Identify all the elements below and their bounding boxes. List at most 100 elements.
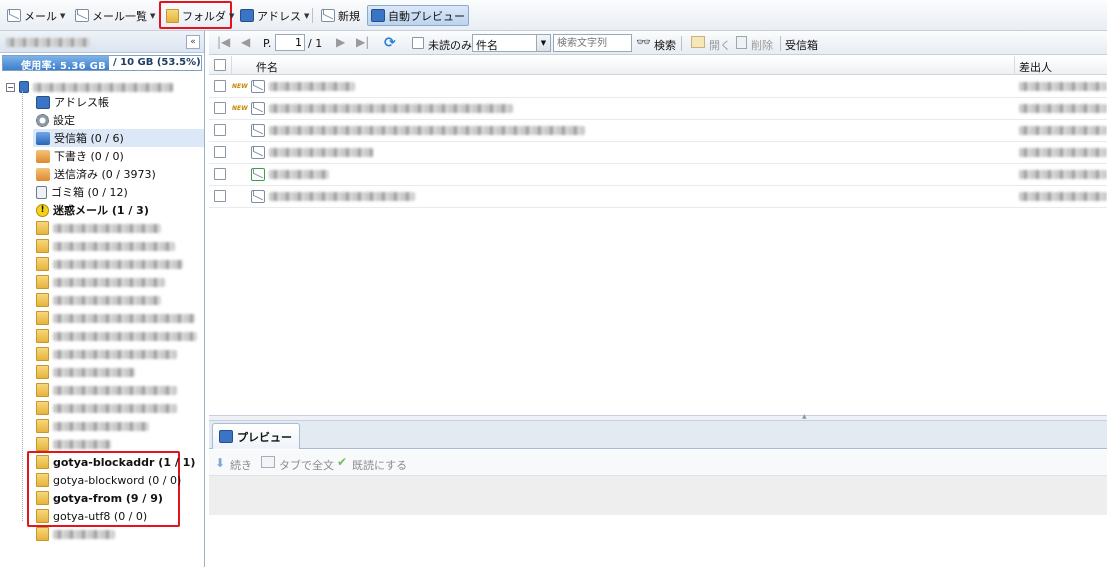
folder-name-redacted: [53, 223, 161, 233]
tree-item-drafts[interactable]: 下書き (0 / 0): [36, 147, 124, 165]
auto-preview-toggle[interactable]: 自動プレビュー: [367, 5, 469, 26]
last-page-icon[interactable]: ▶|: [356, 35, 369, 49]
tree-item-inbox[interactable]: 受信箱 (0 / 6): [33, 129, 204, 147]
quota-bar: 使用率: 5.36 GB / 10 GB (53.5%): [2, 55, 202, 72]
mail-grid-header: 件名 差出人: [209, 56, 1107, 75]
row-checkbox[interactable]: [214, 124, 226, 136]
folder-name-redacted: [53, 295, 161, 305]
drafts-icon: [36, 149, 50, 163]
tree-item-folder[interactable]: [36, 219, 161, 237]
tree-item-folder[interactable]: [36, 525, 115, 543]
splitter-grip-icon[interactable]: ▲: [802, 413, 807, 420]
address-book-icon: [36, 95, 50, 109]
folder-icon: [36, 491, 49, 505]
tree-item-spam[interactable]: ! 迷惑メール (1 / 3): [36, 201, 149, 219]
search-button[interactable]: 検索: [654, 37, 676, 53]
tree-item-folder[interactable]: [36, 309, 195, 327]
prev-page-icon[interactable]: ◀: [241, 35, 250, 49]
open-button[interactable]: 開く: [709, 37, 731, 53]
tree-item-gotya-blockaddr[interactable]: gotya-blockaddr (1 / 1): [36, 453, 195, 471]
folder-panel-header: «: [0, 31, 204, 53]
delete-icon: [736, 36, 747, 49]
tree-item-folder[interactable]: [36, 417, 149, 435]
folder-icon: [36, 311, 49, 325]
refresh-icon[interactable]: ⟳: [384, 35, 396, 51]
unread-only-checkbox[interactable]: [412, 37, 424, 49]
mark-read-button[interactable]: 既読にする: [352, 457, 407, 473]
tree-item-gotya-from[interactable]: gotya-from (9 / 9): [36, 489, 163, 507]
column-header-from[interactable]: 差出人: [1019, 59, 1052, 75]
folder-icon: [36, 383, 49, 397]
tree-item-address-book[interactable]: アドレス帳: [36, 93, 109, 111]
delete-button[interactable]: 削除: [751, 37, 773, 53]
chevron-down-icon[interactable]: ▼: [536, 35, 550, 51]
toolbar-divider: [681, 36, 682, 51]
tree-item-folder[interactable]: [36, 273, 165, 291]
tree-item-settings[interactable]: 設定: [36, 111, 75, 129]
open-in-tab-button[interactable]: タブで全文: [279, 457, 334, 473]
tree-item-folder[interactable]: [36, 381, 177, 399]
folder-name-redacted: [53, 241, 175, 251]
folder-name-redacted: [53, 277, 165, 287]
page-total: / 1: [308, 37, 323, 50]
tree-item-gotya-utf8[interactable]: gotya-utf8 (0 / 0): [36, 507, 147, 525]
next-page-icon[interactable]: ▶: [336, 35, 345, 49]
mail-menu-button[interactable]: メール ▼: [4, 5, 68, 26]
tree-item-folder[interactable]: [36, 345, 177, 363]
new-badge: NEW: [232, 83, 248, 90]
tree-item-folder[interactable]: [36, 255, 183, 273]
folder-name-redacted: [53, 421, 149, 431]
column-divider: [231, 56, 232, 75]
tree-item-sent[interactable]: 送信済み (0 / 3973): [36, 165, 156, 183]
page-number-input[interactable]: [275, 34, 305, 51]
folder-icon: [166, 8, 179, 23]
tab-preview[interactable]: プレビュー: [212, 423, 300, 449]
collapse-panel-button[interactable]: «: [186, 35, 200, 49]
first-page-icon[interactable]: |◀: [217, 35, 230, 49]
subject-redacted: [269, 170, 329, 179]
table-row[interactable]: NEW: [209, 98, 1107, 120]
folder-name-redacted: [53, 349, 177, 359]
folder-icon: [36, 527, 49, 541]
tree-item-gotya-blockword[interactable]: gotya-blockword (0 / 0): [36, 471, 181, 489]
row-checkbox[interactable]: [214, 190, 226, 202]
quota-total: / 10 GB (53.5%): [113, 57, 201, 68]
tree-item-folder[interactable]: [36, 291, 161, 309]
new-mail-button[interactable]: 新規: [318, 5, 363, 26]
row-checkbox[interactable]: [214, 146, 226, 158]
folder-menu-button[interactable]: フォルダ ▼: [163, 5, 237, 26]
column-header-subject[interactable]: 件名: [256, 59, 278, 75]
search-field-select[interactable]: 件名 ▼: [472, 34, 551, 52]
folder-icon: [36, 293, 49, 307]
mail-list-menu-button[interactable]: メール一覧 ▼: [72, 5, 158, 26]
tree-item-folder[interactable]: [36, 399, 177, 417]
continue-button[interactable]: 続き: [230, 457, 252, 473]
download-icon: ⬇: [215, 456, 226, 470]
table-row[interactable]: [209, 120, 1107, 142]
mail-icon: [251, 124, 265, 137]
tree-item-trash[interactable]: ゴミ箱 (0 / 12): [36, 183, 128, 201]
tree-item-folder[interactable]: [36, 327, 197, 345]
row-checkbox[interactable]: [214, 102, 226, 114]
table-row[interactable]: [209, 142, 1107, 164]
tree-item-folder[interactable]: [36, 237, 175, 255]
address-menu-button[interactable]: アドレス ▼: [237, 5, 312, 26]
folder-icon: [36, 455, 49, 469]
row-checkbox[interactable]: [214, 168, 226, 180]
tree-item-folder[interactable]: [36, 363, 135, 381]
from-redacted: [1019, 170, 1107, 179]
collapse-toggle-icon[interactable]: −: [6, 82, 15, 92]
table-row[interactable]: [209, 186, 1107, 208]
gear-icon: [36, 113, 49, 127]
subject-redacted: [269, 82, 355, 91]
select-all-checkbox[interactable]: [214, 59, 226, 71]
row-checkbox[interactable]: [214, 80, 226, 92]
folder-icon: [36, 257, 49, 271]
search-input[interactable]: [553, 34, 632, 52]
folder-name-redacted: [53, 403, 177, 413]
folder-icon: [36, 221, 49, 235]
table-row[interactable]: NEW: [209, 76, 1107, 98]
address-book-icon: [240, 9, 254, 22]
table-row[interactable]: [209, 164, 1107, 186]
preview-tab-bar: プレビュー: [209, 421, 1107, 449]
